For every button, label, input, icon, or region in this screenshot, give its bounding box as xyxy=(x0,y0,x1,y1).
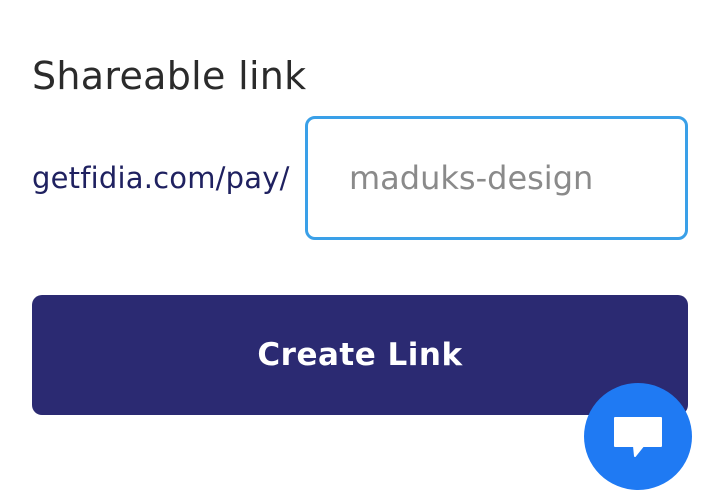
create-link-button[interactable]: Create Link xyxy=(32,295,688,415)
section-title: Shareable link xyxy=(32,54,307,98)
chat-bubble-icon xyxy=(614,417,662,457)
page: Shareable link getfidia.com/pay/ Create … xyxy=(0,0,720,490)
link-prefix: getfidia.com/pay/ xyxy=(32,161,290,195)
link-row: getfidia.com/pay/ xyxy=(32,116,290,240)
chat-launcher-button[interactable] xyxy=(584,383,692,490)
slug-input[interactable] xyxy=(305,116,688,240)
